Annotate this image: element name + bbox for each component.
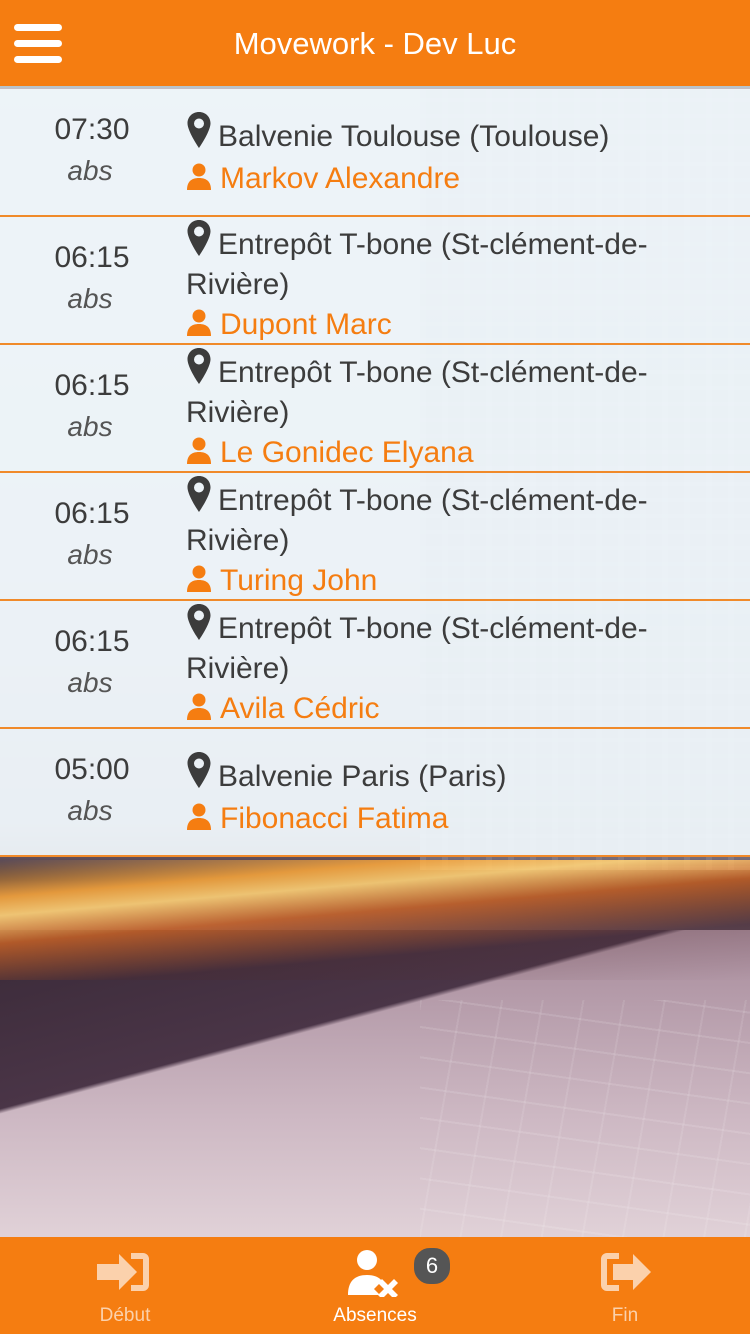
location-name: Balvenie Toulouse (Toulouse) [218, 120, 610, 153]
absences-count-badge: 6 [412, 1246, 452, 1286]
location-line: Entrepôt T-bone (St-clément-de- [186, 476, 736, 521]
person-line: Markov Alexandre [186, 159, 736, 199]
app-header: Movework - Dev Luc [0, 0, 750, 88]
absences-list: 07:30 abs Balvenie Toulouse (Toulouse) M… [0, 89, 750, 857]
absence-row[interactable]: 06:15 abs Entrepôt T-bone (St-clément-de… [0, 473, 750, 601]
tab-label: Début [99, 1305, 151, 1326]
sign-out-icon [601, 1253, 651, 1291]
map-marker-icon [187, 752, 211, 788]
person-name: Markov Alexandre [220, 162, 461, 195]
tab-debut[interactable]: Début [0, 1237, 250, 1334]
time-column: 06:15 abs [0, 345, 184, 471]
location-line-continued: Rivière) [186, 396, 290, 429]
absence-type: abs [67, 795, 113, 826]
user-icon [187, 309, 211, 337]
person-name: Fibonacci Fatima [220, 802, 449, 835]
time-column: 07:30 abs [0, 89, 184, 215]
map-marker-icon [187, 112, 211, 148]
person-line: Le Gonidec Elyana [186, 433, 736, 473]
time-column: 05:00 abs [0, 729, 184, 855]
absence-time: 06:15 [54, 241, 130, 274]
person-line: Turing John [186, 561, 736, 601]
absence-time: 05:00 [54, 753, 130, 786]
sign-in-icon [97, 1253, 149, 1291]
tab-label: Absences [333, 1305, 417, 1326]
background-light-trails [0, 860, 750, 980]
absence-row[interactable]: 07:30 abs Balvenie Toulouse (Toulouse) M… [0, 89, 750, 217]
user-icon [187, 803, 211, 831]
absence-row[interactable]: 05:00 abs Balvenie Paris (Paris) Fibonac… [0, 729, 750, 857]
location-line: Balvenie Toulouse (Toulouse) [186, 112, 736, 157]
map-marker-icon [187, 604, 211, 640]
user-remove-icon [348, 1250, 398, 1297]
person-line: Fibonacci Fatima [186, 799, 736, 839]
location-name: Entrepôt T-bone (St-clément-de- [218, 484, 648, 517]
location-line-continued: Rivière) [186, 652, 290, 685]
page-title: Movework - Dev Luc [233, 26, 517, 61]
person-name: Dupont Marc [220, 308, 392, 341]
time-column: 06:15 abs [0, 217, 184, 343]
person-name: Avila Cédric [220, 692, 380, 725]
user-icon [187, 565, 211, 593]
absence-time: 07:30 [54, 113, 130, 146]
user-icon [187, 163, 211, 191]
tab-label: Fin [611, 1305, 639, 1326]
location-line-continued: Rivière) [186, 524, 290, 557]
person-line: Dupont Marc [186, 305, 736, 345]
location-line-continued: Rivière) [186, 268, 290, 301]
map-marker-icon [187, 476, 211, 512]
location-line: Entrepôt T-bone (St-clément-de- [186, 348, 736, 393]
absence-time: 06:15 [54, 369, 130, 402]
absence-time: 06:15 [54, 625, 130, 658]
person-name: Le Gonidec Elyana [220, 436, 474, 469]
location-name: Entrepôt T-bone (St-clément-de- [218, 612, 648, 645]
location-name: Balvenie Paris (Paris) [218, 760, 507, 793]
location-name: Entrepôt T-bone (St-clément-de- [218, 228, 648, 261]
absence-type: abs [67, 283, 113, 314]
absence-row[interactable]: 06:15 abs Entrepôt T-bone (St-clément-de… [0, 217, 750, 345]
time-column: 06:15 abs [0, 601, 184, 727]
absence-type: abs [67, 155, 113, 186]
absence-row[interactable]: 06:15 abs Entrepôt T-bone (St-clément-de… [0, 601, 750, 729]
person-line: Avila Cédric [186, 689, 736, 729]
user-icon [187, 437, 211, 465]
location-line: Entrepôt T-bone (St-clément-de- [186, 220, 736, 265]
absence-type: abs [67, 539, 113, 570]
location-line: Balvenie Paris (Paris) [186, 752, 736, 797]
tab-absences[interactable]: Absences [250, 1237, 500, 1334]
absence-type: abs [67, 411, 113, 442]
absence-time: 06:15 [54, 497, 130, 530]
absence-row[interactable]: 06:15 abs Entrepôt T-bone (St-clément-de… [0, 345, 750, 473]
location-line: Entrepôt T-bone (St-clément-de- [186, 604, 736, 649]
user-icon [187, 693, 211, 721]
absence-type: abs [67, 667, 113, 698]
map-marker-icon [187, 220, 211, 256]
background-sidewalk [420, 1000, 750, 1240]
person-name: Turing John [220, 564, 378, 597]
map-marker-icon [187, 348, 211, 384]
tab-fin[interactable]: Fin [500, 1237, 750, 1334]
bottom-tab-bar: Début Absences Fin [0, 1237, 750, 1334]
location-name: Entrepôt T-bone (St-clément-de- [218, 356, 648, 389]
time-column: 06:15 abs [0, 473, 184, 599]
